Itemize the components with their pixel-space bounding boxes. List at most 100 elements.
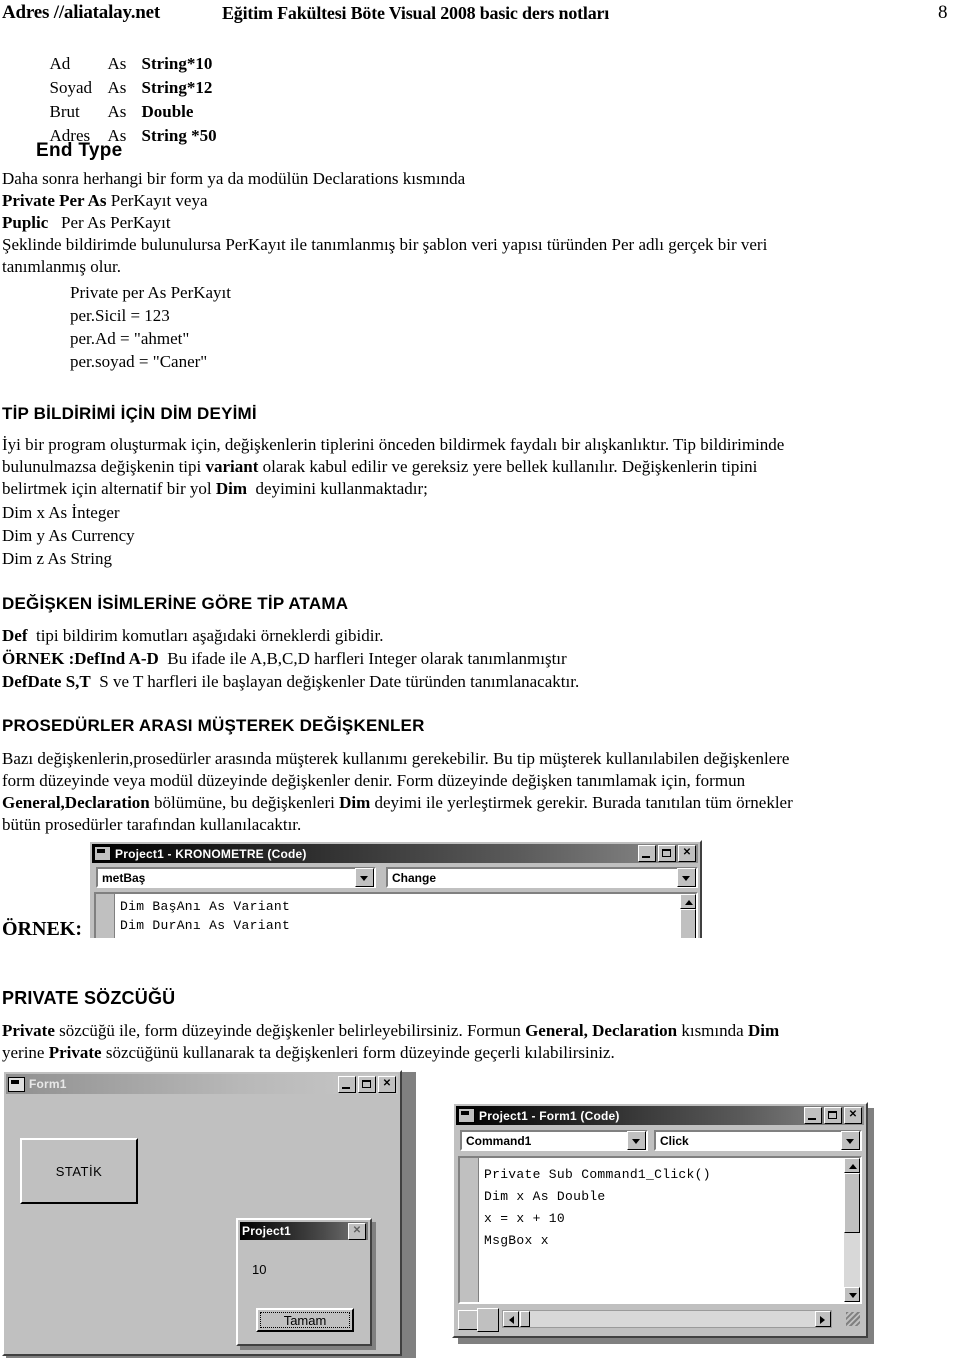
paragraph-puplic-per: Puplic Per As PerKayıt bbox=[2, 212, 902, 233]
object-combo-value: metBaş bbox=[102, 870, 146, 885]
header-address: Adres //aliatalay.net bbox=[2, 2, 161, 23]
minimize-button[interactable] bbox=[638, 845, 656, 862]
code-editor-form1[interactable]: Private Sub Command1_Click() Dim x As Do… bbox=[458, 1156, 862, 1304]
paragraph-defdate: DefDate S,T S ve T harfleri ile başlayan… bbox=[2, 671, 942, 692]
vb-form-icon bbox=[8, 1076, 25, 1092]
maximize-button[interactable] bbox=[358, 1075, 376, 1093]
text-variant-post: olarak kabul edilir ve gereksiz yere bel… bbox=[258, 457, 758, 476]
horizontal-scrollbar[interactable] bbox=[502, 1310, 832, 1328]
window-title: Project1 - KRONOMETRE (Code) bbox=[115, 846, 307, 861]
text-general-post: deyimi ile yerleştirmek gerekir. Burada … bbox=[370, 793, 793, 812]
vb-form-icon bbox=[458, 1108, 475, 1123]
titlebar-kronometre[interactable]: Project1 - KRONOMETRE (Code) ✕ bbox=[92, 844, 698, 863]
statik-button[interactable]: STATİK bbox=[20, 1138, 138, 1204]
maximize-button[interactable] bbox=[824, 1107, 842, 1124]
full-module-view-icon[interactable] bbox=[477, 1308, 499, 1332]
keyword-ornek-defind: ÖRNEK :DefInd A-D bbox=[2, 649, 159, 668]
keyword-general-declaration-2: General, Declaration bbox=[525, 1021, 678, 1040]
keyword-defdate: DefDate S,T bbox=[2, 672, 91, 691]
scroll-down-button[interactable] bbox=[844, 1287, 860, 1302]
text-defind-rest: Bu ifade ile A,B,C,D harfleri Integer ol… bbox=[158, 649, 567, 668]
text-def-rest: tipi bildirim komutları aşağıdaki örnekl… bbox=[27, 626, 384, 645]
section-heading-private-sozcugu: PRIVATE SÖZCÜĞÜ bbox=[2, 988, 176, 1008]
type-field-type: String *50 bbox=[141, 126, 217, 145]
paragraph-prosedur-1: Bazı değişkenlerin,prosedürler arasında … bbox=[2, 749, 790, 768]
section-heading-degisken-isimlerine: DEĞİŞKEN İSİMLERİNE GÖRE TİP ATAMA bbox=[2, 594, 349, 613]
h-scroll-thumb[interactable] bbox=[520, 1311, 530, 1327]
section-heading-tip-bildirimi: TİP BİLDİRİMİ İÇİN DİM DEYİMİ bbox=[2, 404, 257, 423]
minimize-button[interactable] bbox=[338, 1075, 356, 1093]
text-variant-pre: bulunulmazsa değişkenin tipi bbox=[2, 457, 206, 476]
code-sample-perkayit-2: per.Sicil = 123 bbox=[70, 306, 170, 325]
paragraph-ornek-defind: ÖRNEK :DefInd A-D Bu ifade ile A,B,C,D h… bbox=[2, 648, 942, 669]
paragraph-prosedur-3: General,Declaration bölümüne, bu değişke… bbox=[2, 792, 947, 813]
keyword-private-per: Private Per As bbox=[2, 191, 107, 210]
vertical-scrollbar[interactable] bbox=[844, 1158, 860, 1302]
msgbox-message: 10 bbox=[252, 1262, 267, 1277]
window-form1-code[interactable]: Project1 - Form1 (Code) ✕ Command1 Click… bbox=[452, 1102, 868, 1338]
type-line: Ad As String*10 bbox=[0, 28, 500, 73]
code-sample-perkayit-4: per.soyad = "Caner" bbox=[70, 352, 208, 371]
type-as-keyword: As bbox=[107, 54, 127, 73]
window-controls[interactable]: ✕ bbox=[338, 1075, 396, 1093]
code-text[interactable]: Dim BaşAnı As Variant Dim DurAnı As Vari… bbox=[120, 897, 678, 938]
keyword-puplic: Puplic bbox=[2, 213, 49, 232]
code-bottom-bar[interactable] bbox=[458, 1306, 862, 1332]
window-controls[interactable]: ✕ bbox=[638, 845, 696, 862]
titlebar-form1[interactable]: Form1 ✕ bbox=[6, 1074, 398, 1094]
event-combo-value: Change bbox=[392, 870, 437, 885]
scroll-right-button[interactable] bbox=[815, 1311, 831, 1327]
code-sample-perkayit-1: Private per As PerKayıt bbox=[70, 283, 231, 302]
maximize-button[interactable] bbox=[658, 845, 676, 862]
keyword-private-2: Private bbox=[48, 1043, 102, 1062]
code-text[interactable]: Private Sub Command1_Click() Dim x As Do… bbox=[484, 1164, 842, 1252]
window-kronometre-code[interactable]: Project1 - KRONOMETRE (Code) ✕ metBaş Ch… bbox=[88, 840, 702, 938]
minimize-button[interactable] bbox=[804, 1107, 822, 1124]
event-combo-kronometre[interactable]: Change bbox=[386, 867, 698, 888]
close-icon[interactable]: ✕ bbox=[348, 1222, 366, 1240]
chevron-down-icon[interactable] bbox=[677, 868, 696, 887]
close-icon[interactable]: ✕ bbox=[378, 1075, 396, 1093]
screenshot-kronometre-clip: Project1 - KRONOMETRE (Code) ✕ metBaş Ch… bbox=[88, 840, 706, 938]
close-icon[interactable]: ✕ bbox=[844, 1107, 862, 1124]
event-combo-form1[interactable]: Click bbox=[654, 1130, 862, 1151]
object-combo-kronometre[interactable]: metBaş bbox=[96, 867, 376, 888]
keyword-variant: variant bbox=[205, 457, 259, 476]
window-title: Project1 - Form1 (Code) bbox=[479, 1108, 620, 1123]
msgbox-controls[interactable]: ✕ bbox=[348, 1222, 366, 1240]
paragraph-sablon: Şeklinde bildirimde bulunulursa PerKayıt… bbox=[2, 235, 768, 254]
resize-grip-icon[interactable] bbox=[846, 1312, 860, 1326]
code-editor-kronometre[interactable]: Dim BaşAnı As Variant Dim DurAnı As Vari… bbox=[94, 892, 698, 938]
chevron-down-icon[interactable] bbox=[841, 1131, 860, 1150]
page-title: Eğitim Fakültesi Böte Visual 2008 basic … bbox=[222, 3, 610, 23]
object-combo-form1[interactable]: Command1 bbox=[460, 1130, 648, 1151]
msgbox-ok-label: Tamam bbox=[260, 1312, 350, 1328]
vb-form-icon bbox=[94, 846, 111, 861]
close-icon[interactable]: ✕ bbox=[678, 845, 696, 862]
scroll-left-button[interactable] bbox=[503, 1311, 519, 1327]
scroll-up-button[interactable] bbox=[680, 894, 696, 909]
type-declaration-block: Ad As String*10 Soyad As String*12 Brut As Dou… bbox=[0, 28, 500, 145]
type-field-type: Double bbox=[141, 102, 194, 121]
type-field-type: String*12 bbox=[141, 78, 213, 97]
vertical-scrollbar[interactable] bbox=[680, 894, 696, 938]
titlebar-msgbox[interactable]: Project1 ✕ bbox=[240, 1222, 368, 1240]
titlebar-form1-code[interactable]: Project1 - Form1 (Code) ✕ bbox=[456, 1106, 864, 1125]
text-defdate-rest: S ve T harfleri ile başlayan değişkenler… bbox=[90, 672, 580, 691]
chevron-down-icon[interactable] bbox=[355, 868, 374, 887]
scroll-thumb[interactable] bbox=[844, 1173, 860, 1233]
procedure-view-icon[interactable] bbox=[458, 1310, 478, 1330]
scroll-thumb[interactable] bbox=[680, 909, 696, 938]
keyword-def: Def bbox=[2, 626, 28, 645]
scroll-up-button[interactable] bbox=[844, 1158, 860, 1173]
chevron-down-icon[interactable] bbox=[627, 1131, 646, 1150]
paragraph-declarations: Daha sonra herhangi bir form ya da modül… bbox=[2, 169, 466, 188]
paragraph-private-1: Private sözcüğü ile, form düzeyinde deği… bbox=[2, 1020, 952, 1041]
window-controls[interactable]: ✕ bbox=[804, 1107, 862, 1124]
window-msgbox-project1[interactable]: Project1 ✕ 10 Tamam bbox=[236, 1218, 372, 1346]
paragraph-tip-2: bulunulmazsa değişkenin tipi variant ola… bbox=[2, 456, 942, 477]
paragraph-prosedur-4: bütün prosedürler tarafından kullanılaca… bbox=[2, 815, 302, 834]
msgbox-ok-button[interactable]: Tamam bbox=[256, 1308, 354, 1332]
document-page: Adres //aliatalay.net Eğitim Fakültesi B… bbox=[0, 0, 960, 1358]
code-sample-perkayit-3: per.Ad = "ahmet" bbox=[70, 329, 190, 348]
